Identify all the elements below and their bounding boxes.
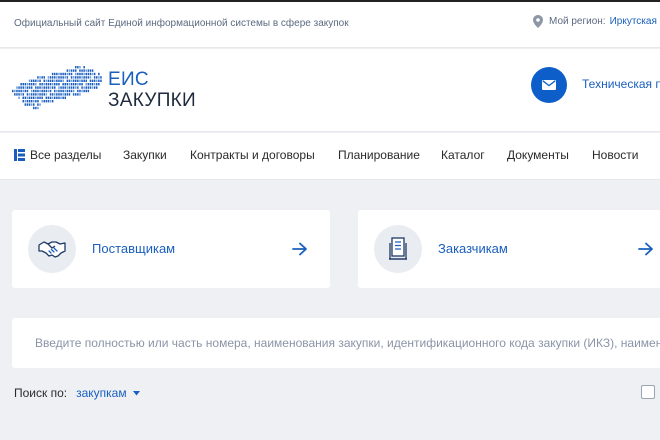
customers-card[interactable]: Заказчикам (358, 210, 660, 288)
nav-item-planning[interactable]: Планирование (338, 148, 420, 162)
document-icon (389, 237, 407, 260)
support-link[interactable]: Техническая п (582, 77, 660, 91)
main-nav: Все разделы Закупки Контракты и договоры… (0, 133, 660, 180)
arrow-right-icon (292, 242, 307, 256)
customers-icon-circle (374, 225, 422, 273)
suppliers-icon-circle (28, 225, 76, 273)
nav-item-contracts[interactable]: Контракты и договоры (190, 148, 315, 162)
sections-icon (14, 149, 25, 161)
nav-item-all-sections[interactable]: Все разделы (14, 148, 101, 162)
nav-item-zakupki[interactable]: Закупки (123, 148, 167, 162)
caret-down-icon (132, 390, 140, 395)
search-box (12, 318, 660, 368)
logo-text[interactable]: ЕИС ЗАКУПКИ (108, 69, 196, 111)
customers-label: Заказчикам (438, 241, 508, 256)
search-by-label: Поиск по: (14, 386, 68, 400)
handshake-icon (38, 241, 66, 258)
region-label: Мой регион: (549, 16, 606, 27)
region-value[interactable]: Иркутская (610, 16, 657, 27)
mail-icon (542, 80, 556, 90)
nav-item-news[interactable]: Новости (592, 148, 638, 162)
search-scope-value: закупкам (76, 386, 127, 400)
arrow-right-icon (638, 242, 653, 256)
logo-line-eis: ЕИС (108, 69, 149, 90)
region-selector[interactable]: Мой регион: Иркутская (533, 15, 657, 28)
nav-item-catalog[interactable]: Каталог (441, 148, 485, 162)
search-by: Поиск по: закупкам (14, 386, 140, 400)
logo-line-zakupki: ЗАКУПКИ (108, 90, 196, 111)
support-button[interactable] (531, 67, 567, 103)
search-input[interactable] (12, 318, 660, 368)
filter-checkbox[interactable] (641, 385, 655, 399)
russia-map-logo[interactable] (12, 66, 102, 112)
location-pin-icon (533, 15, 543, 28)
suppliers-label: Поставщикам (92, 241, 176, 256)
site-caption: Официальный сайт Единой информационной с… (14, 18, 349, 29)
suppliers-card[interactable]: Поставщикам (12, 210, 330, 288)
search-scope-dropdown[interactable]: закупкам (76, 386, 140, 400)
nav-label: Все разделы (30, 148, 102, 162)
nav-item-documents[interactable]: Документы (507, 148, 569, 162)
